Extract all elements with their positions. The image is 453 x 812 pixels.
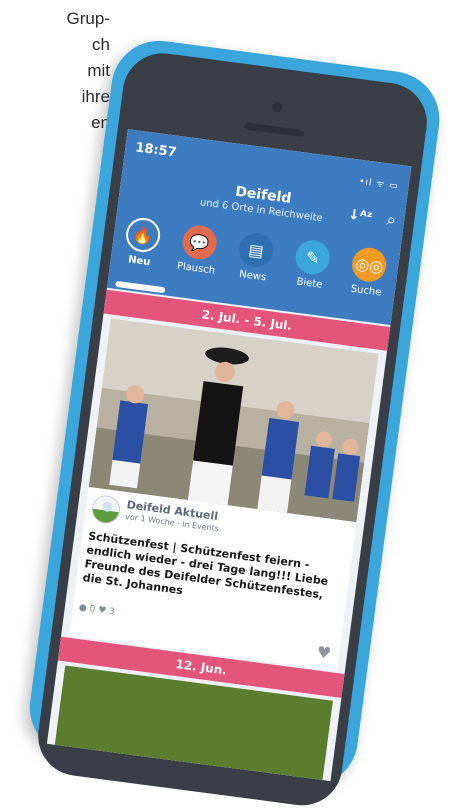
speaker-slot <box>243 122 305 138</box>
schuetzenfest-photo <box>88 318 379 523</box>
bg-line-3: mit <box>87 61 110 80</box>
camera-dot <box>271 101 283 113</box>
phone-bezel: 18:57 •ıl ᯤ ▭ Deifeld und 6 Orte in Reic… <box>33 48 432 811</box>
sort-alpha-icon[interactable]: ↓ᴬᶻ <box>347 207 373 226</box>
bg-line-1: Grup- <box>66 9 110 28</box>
tab-suche[interactable]: ◎◎ Suche <box>339 244 399 300</box>
post-photo[interactable] <box>88 318 379 523</box>
post-counts: ● 0 ♥ 3 <box>78 603 115 618</box>
phone-mockup: 18:57 •ıl ᯤ ▭ Deifeld und 6 Orte in Reic… <box>24 35 446 811</box>
background-text: Grup- ch mit ihre en <box>0 6 110 136</box>
bg-line-2: ch <box>92 35 110 54</box>
tab-label: Plausch <box>176 260 216 277</box>
tab-label: Suche <box>350 283 382 299</box>
post-text: Schützenfest | Schützenfest feiern - end… <box>82 529 329 602</box>
tab-label: Neu <box>127 254 152 269</box>
tab-label: News <box>238 268 267 284</box>
app-screen: 18:57 •ıl ᯤ ▭ Deifeld und 6 Orte in Reic… <box>46 129 412 782</box>
binoculars-icon: ◎◎ <box>350 245 389 284</box>
like-count: 3 <box>108 606 116 618</box>
status-indicators: •ıl ᯤ ▭ <box>358 176 400 192</box>
comment-count: 0 <box>88 604 96 615</box>
status-time: 18:57 <box>134 140 178 161</box>
tab-biete[interactable]: ✎ Biete <box>282 237 342 293</box>
bg-line-5: en <box>91 113 110 132</box>
bg-line-4: ihre <box>81 87 110 106</box>
tab-neu[interactable]: 🔥 Neu <box>112 215 172 271</box>
tab-label: Biete <box>295 276 323 291</box>
flame-icon: 🔥 <box>123 215 162 255</box>
tab-news[interactable]: ▤ News <box>225 229 285 285</box>
like-button[interactable]: ♥ <box>316 642 333 663</box>
comment-icon: ● <box>78 602 88 614</box>
tool-icon: ✎ <box>293 238 332 277</box>
newspaper-icon: ▤ <box>237 230 276 269</box>
source-avatar <box>90 493 122 526</box>
chat-bubble-icon: 💬 <box>180 223 219 262</box>
like-icon: ♥ <box>97 605 107 617</box>
tab-plausch[interactable]: 💬 Plausch <box>168 222 228 278</box>
